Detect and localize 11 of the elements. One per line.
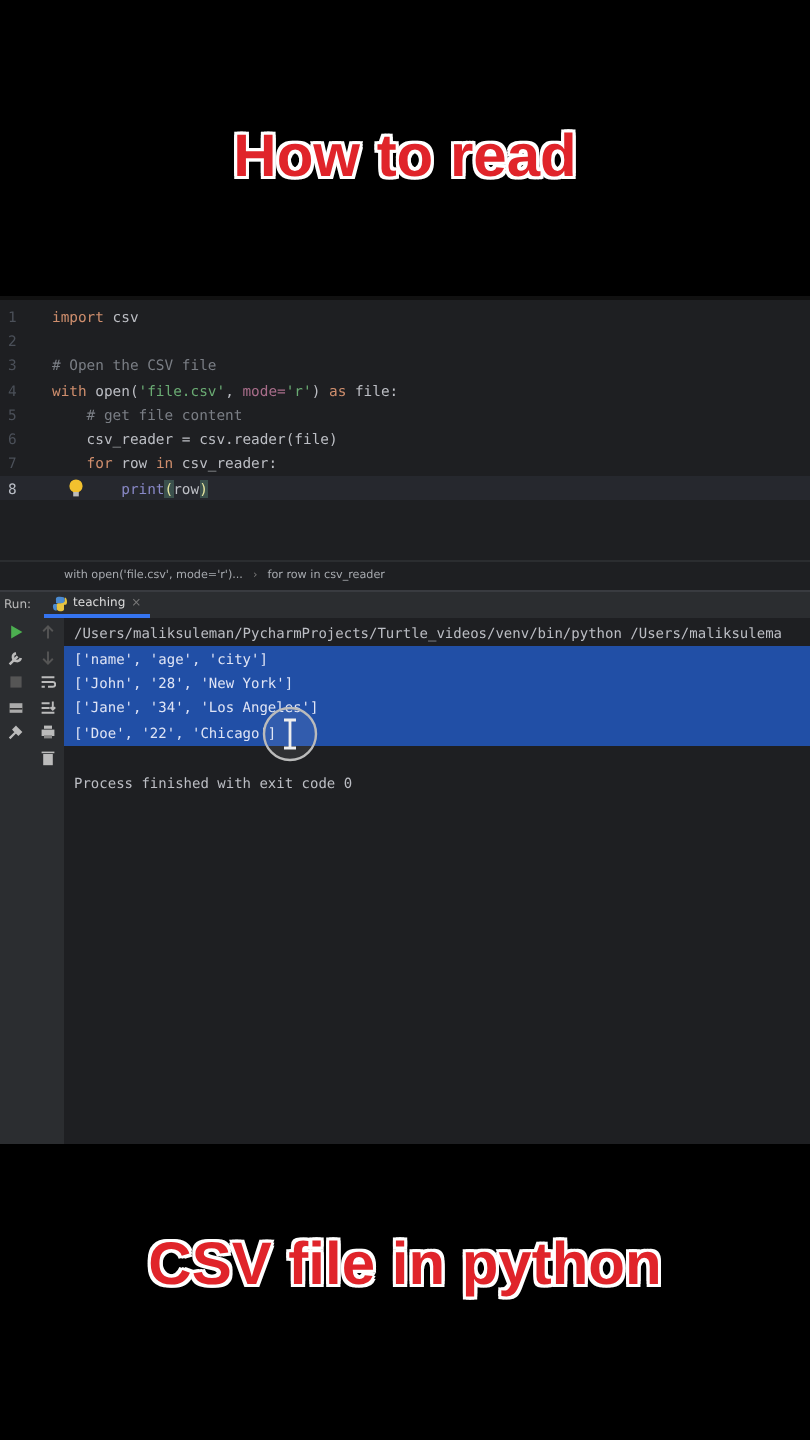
soft-wrap-icon[interactable]	[40, 674, 56, 690]
run-icon[interactable]	[8, 624, 24, 640]
trash-icon[interactable]	[40, 749, 56, 765]
wrench-icon[interactable]	[8, 649, 24, 665]
python-icon	[51, 595, 68, 611]
video-caption: How to read	[233, 122, 577, 194]
print-icon[interactable]	[40, 724, 56, 740]
layout-icon[interactable]	[8, 699, 24, 715]
lightbulb-icon[interactable]	[68, 478, 84, 499]
scroll-to-end-icon[interactable]	[40, 699, 56, 715]
video-caption: CSV file in python	[148, 1230, 662, 1302]
